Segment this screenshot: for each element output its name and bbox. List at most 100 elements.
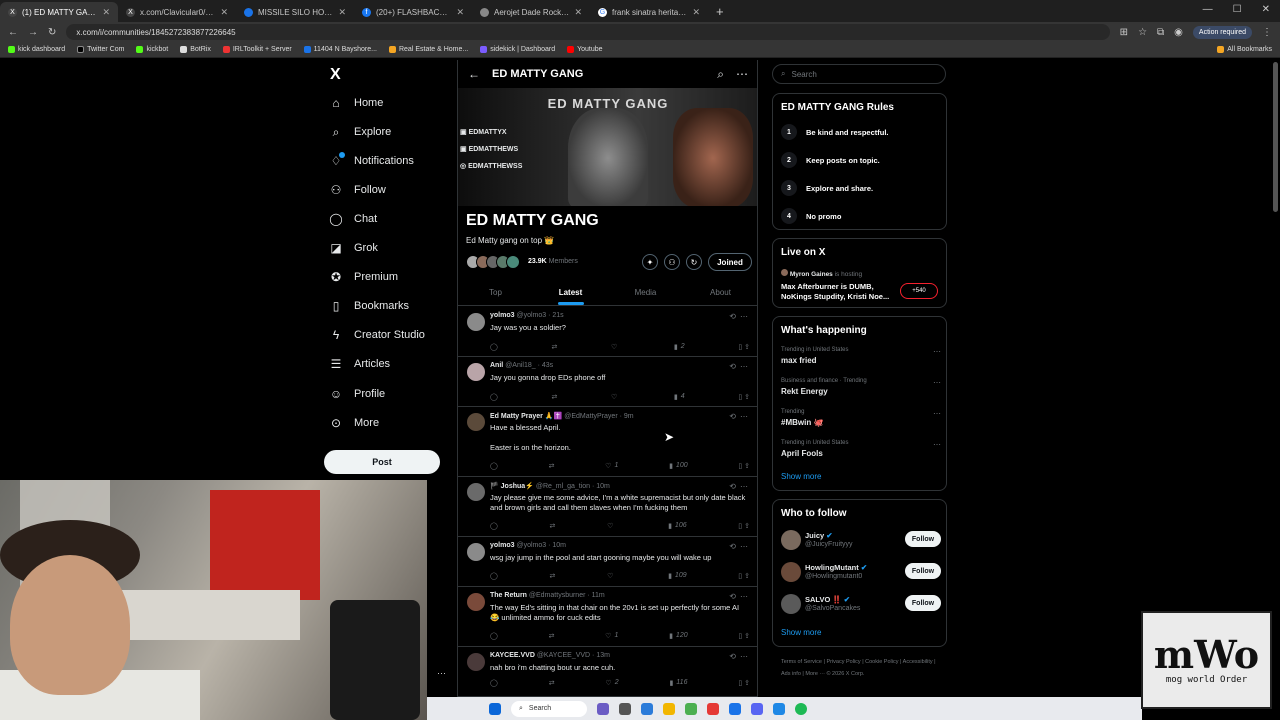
- app-icon[interactable]: [641, 702, 653, 715]
- trend-item[interactable]: Trending #MBwin 🐙 ⋯: [781, 409, 941, 427]
- all-bookmarks-button[interactable]: All Bookmarks: [1217, 46, 1272, 53]
- close-tab-icon[interactable]: ✕: [338, 7, 346, 18]
- views-icon[interactable]: ▮ 120: [669, 632, 688, 640]
- reply-icon[interactable]: ◯: [490, 393, 498, 401]
- follow-button[interactable]: Follow: [905, 531, 941, 547]
- more-icon[interactable]: ⋯: [740, 412, 748, 421]
- nav-item-grok[interactable]: ◪ Grok: [330, 241, 378, 255]
- browser-tab[interactable]: Xx.com/Clavicular0/status/2039 ✕: [118, 2, 236, 22]
- show-more-link[interactable]: Show more: [781, 628, 821, 637]
- file-explorer-icon[interactable]: [663, 702, 675, 715]
- post-item[interactable]: Ed Matty Prayer 🙏✝️ @EdMattyPrayer · 9m …: [458, 407, 757, 477]
- avatar[interactable]: [467, 543, 485, 561]
- repost-icon[interactable]: ⇄: [549, 632, 555, 640]
- live-card[interactable]: Live on X Myron Gaines is hosting Max Af…: [772, 238, 947, 308]
- post-author[interactable]: yolmo3: [490, 312, 515, 319]
- install-icon[interactable]: ⊞: [1120, 27, 1128, 38]
- extensions-icon[interactable]: ⧉: [1157, 27, 1164, 38]
- post-author[interactable]: Anil: [490, 362, 503, 369]
- nav-item-more[interactable]: ⊙ More: [330, 416, 379, 430]
- repost-icon[interactable]: ⇄: [551, 343, 557, 351]
- rule-item[interactable]: 1 Be kind and respectful.: [781, 124, 889, 140]
- like-icon[interactable]: ♡: [607, 572, 616, 580]
- reply-icon[interactable]: ◯: [490, 632, 498, 640]
- nav-item-articles[interactable]: ☰ Articles: [330, 357, 390, 371]
- close-tab-icon[interactable]: ✕: [102, 7, 110, 18]
- trend-item[interactable]: Trending in United States April Fools ⋯: [781, 440, 941, 458]
- like-icon[interactable]: ♡: [607, 522, 616, 530]
- action-required-button[interactable]: Action required: [1192, 25, 1252, 39]
- bookmark-share-icons[interactable]: ▯ ⇪: [738, 679, 750, 687]
- browser-tab[interactable]: Aerojet Dade Rocket Facility | ✕: [472, 2, 590, 22]
- reply-icon[interactable]: ◯: [490, 462, 498, 470]
- close-tab-icon[interactable]: ✕: [692, 7, 700, 18]
- forward-icon[interactable]: →: [28, 27, 38, 38]
- more-icon[interactable]: ⋯: [933, 347, 941, 356]
- nav-item-notifications[interactable]: ♢ Notifications: [330, 152, 414, 168]
- back-arrow-icon[interactable]: ←: [468, 67, 480, 81]
- more-icon[interactable]: ⋯: [740, 362, 748, 371]
- post-author[interactable]: yolmo3: [490, 542, 515, 549]
- taskbar-search[interactable]: ⌕ Search: [511, 700, 587, 717]
- avatar[interactable]: [467, 363, 485, 381]
- search-icon[interactable]: ⌕: [717, 67, 724, 82]
- views-icon[interactable]: ▮ 116: [669, 679, 687, 687]
- browser-tab[interactable]: f (20+) FLASHBACK South Florid ✕: [354, 2, 472, 22]
- nav-item-premium[interactable]: ✪ Premium: [330, 270, 398, 284]
- close-tab-icon[interactable]: ✕: [220, 7, 228, 18]
- windows-start-icon[interactable]: [489, 702, 501, 715]
- repost-icon[interactable]: ⇄: [551, 393, 557, 401]
- show-more-link[interactable]: Show more: [781, 472, 821, 481]
- more-icon[interactable]: ⋯: [740, 652, 748, 661]
- post-item[interactable]: KAYCEE.VVD @KAYCEE_VVD · 13m ⟲ ⋯ nah bro …: [458, 647, 757, 697]
- rule-item[interactable]: 4 No promo: [781, 208, 841, 224]
- rule-item[interactable]: 2 Keep posts on topic.: [781, 152, 880, 168]
- x-logo[interactable]: X: [330, 66, 341, 84]
- like-icon[interactable]: ♡ 1: [605, 462, 618, 470]
- invite-button[interactable]: ⚇: [664, 254, 680, 270]
- live-listeners-badge[interactable]: +540: [900, 283, 938, 299]
- follow-suggestion[interactable]: Juicy ✔ @JuicyFruityyy Follow: [781, 528, 941, 554]
- rule-item[interactable]: 3 Explore and share.: [781, 180, 873, 196]
- close-window-icon[interactable]: ✕: [1262, 4, 1270, 15]
- grok-icon[interactable]: ⟲: [729, 542, 736, 551]
- profile-icon[interactable]: ◉: [1174, 27, 1183, 38]
- more-icon[interactable]: ⋯: [933, 440, 941, 449]
- nav-item-bookmarks[interactable]: ▯ Bookmarks: [330, 299, 409, 313]
- joined-button[interactable]: Joined: [708, 253, 752, 271]
- share-button[interactable]: ↻: [686, 254, 702, 270]
- grok-icon[interactable]: ⟲: [729, 652, 736, 661]
- search-input[interactable]: ⌕ Search: [772, 64, 946, 84]
- tab-about[interactable]: About: [683, 280, 757, 305]
- bookmark-share-icons[interactable]: ▯ ⇪: [738, 632, 750, 640]
- browser-tab[interactable]: MISSILE SILO HOMESTEAD - G ✕: [236, 2, 354, 22]
- chrome-icon[interactable]: [707, 702, 719, 715]
- app-icon[interactable]: [685, 702, 697, 715]
- follow-button[interactable]: Follow: [905, 563, 941, 579]
- avatar[interactable]: [467, 483, 485, 501]
- member-avatars[interactable]: [466, 255, 520, 269]
- post-author[interactable]: KAYCEE.VVD: [490, 652, 535, 659]
- bookmark-item[interactable]: Youtube: [567, 46, 603, 53]
- bookmark-item[interactable]: sidekick | Dashboard: [480, 46, 555, 53]
- repost-icon[interactable]: ⇄: [549, 462, 555, 470]
- repost-icon[interactable]: ⇄: [549, 679, 555, 687]
- new-tab-button[interactable]: +: [708, 4, 732, 22]
- bookmark-item[interactable]: IRLToolkit + Server: [222, 46, 292, 53]
- repost-icon[interactable]: ⇄: [550, 522, 556, 530]
- bookmark-item[interactable]: Twitter Com: [77, 46, 124, 53]
- like-icon[interactable]: ♡ 1: [605, 632, 618, 640]
- spotify-icon[interactable]: [795, 702, 807, 715]
- reload-icon[interactable]: ↻: [48, 27, 56, 38]
- nav-item-follow[interactable]: ⚇ Follow: [330, 183, 386, 197]
- avatar[interactable]: [467, 413, 485, 431]
- more-icon[interactable]: ⋯: [740, 312, 748, 321]
- more-icon[interactable]: ⋯: [736, 67, 748, 81]
- post-item[interactable]: The Return @Edmattysburner · 11m ⟲ ⋯ The …: [458, 587, 757, 647]
- menu-icon[interactable]: ⋮: [1262, 27, 1272, 38]
- post-item[interactable]: yolmo3 @yolmo3 · 10m ⟲ ⋯ wsg jay jump in …: [458, 537, 757, 587]
- reply-icon[interactable]: ◯: [490, 522, 498, 530]
- views-icon[interactable]: ▮ 2: [674, 343, 685, 351]
- pin-button[interactable]: ✦: [642, 254, 658, 270]
- post-item[interactable]: yolmo3 @yolmo3 · 21s ⟲ ⋯ Jay was you a so…: [458, 307, 757, 357]
